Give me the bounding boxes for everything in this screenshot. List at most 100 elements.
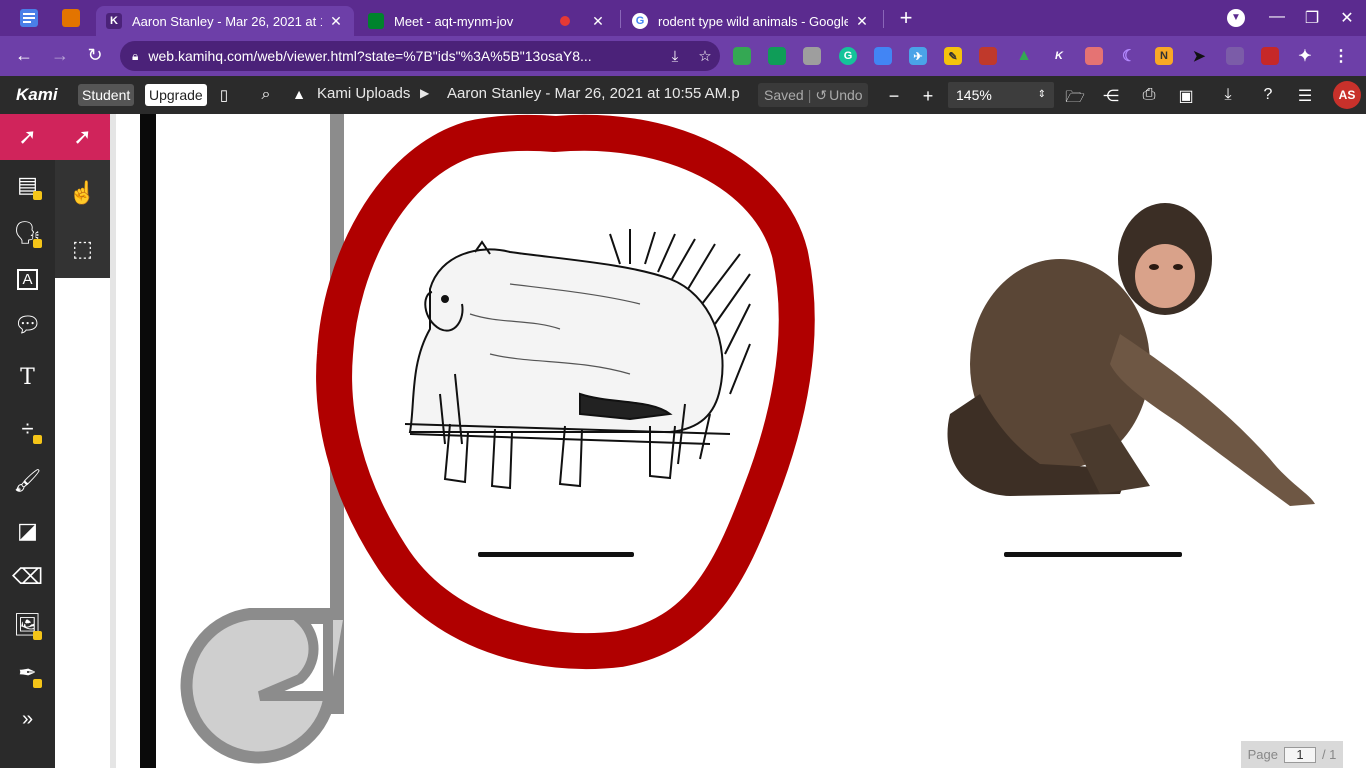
kami-header: Kami Student Upgrade ▯ ⌕ ▲ Kami Uploads … (0, 76, 1366, 114)
print-icon[interactable]: ⎙ (1138, 86, 1160, 104)
select-pointer-tool[interactable]: ➚ (55, 114, 110, 160)
close-window-button[interactable]: ✕ (1335, 8, 1359, 28)
chrome-menu-icon[interactable]: ⋮ (1332, 47, 1350, 65)
breadcrumb-caret-icon: ▶ (420, 86, 430, 100)
breadcrumb-folder[interactable]: Kami Uploads (317, 85, 410, 102)
shapes-icon: ◪ (17, 518, 38, 543)
area-select-tool[interactable]: ⬚ (55, 226, 110, 272)
kami-extension-icon[interactable]: K (1050, 47, 1068, 65)
tab-meet[interactable]: Meet - aqt-mynm-jov ✕ (358, 6, 616, 36)
grammarly-extension-icon[interactable]: G (839, 47, 857, 65)
google-favicon-icon: G (632, 13, 648, 29)
lock-icon: 🔒︎ (132, 48, 139, 63)
saved-label: Saved (764, 87, 804, 103)
n-extension-icon[interactable]: N (1155, 47, 1173, 65)
double-chevron-right-icon: » (21, 707, 34, 730)
classroom-icon (62, 9, 80, 27)
shapes-tool[interactable]: ◪ (0, 508, 55, 554)
dictionary-tool[interactable]: ▤ (0, 162, 55, 208)
capybara-drawing (404, 229, 751, 490)
stop-extension-icon[interactable] (1261, 47, 1279, 65)
pan-hand-tool[interactable]: ☝ (55, 170, 110, 216)
drive-icon[interactable]: ▲ (1015, 47, 1033, 65)
close-tab-icon[interactable]: ✕ (328, 13, 344, 30)
avatar[interactable]: AS (1333, 81, 1361, 109)
close-tab-icon[interactable]: ✕ (854, 13, 870, 30)
extensions-puzzle-icon[interactable]: ✦ (1296, 47, 1314, 65)
undo-button[interactable]: Undo (829, 87, 862, 103)
calendar-extension-icon[interactable] (874, 47, 892, 65)
zoom-out-icon[interactable]: − (883, 86, 905, 107)
video-extension-icon[interactable] (1085, 47, 1103, 65)
select-subtools: ➚ ☝ ⬚ (55, 114, 110, 278)
eraser-tool[interactable]: ⌫ (0, 554, 55, 600)
recording-icon (560, 16, 570, 26)
page-indicator: Page 1 / 1 (1241, 741, 1343, 768)
reload-icon[interactable]: ↻ (83, 45, 107, 66)
install-icon[interactable]: ⤓ (660, 48, 690, 65)
page-number-input[interactable]: 1 (1283, 746, 1316, 763)
drive-folder-icon: ▲ (292, 86, 306, 102)
tab-kami-document[interactable]: K Aaron Stanley - Mar 26, 2021 at 1 ✕ (96, 6, 354, 36)
select-tool[interactable]: ➚ (0, 114, 55, 160)
sidebar-toggle-icon[interactable]: ▯ (213, 86, 235, 104)
send-extension-icon[interactable]: ✈ (909, 47, 927, 65)
image-tool[interactable]: 🖼︎ (0, 602, 55, 648)
pinned-tab-docs[interactable] (14, 6, 44, 30)
cursor-arrow-icon: ➚ (18, 124, 37, 149)
equation-tool[interactable]: ÷ (0, 406, 55, 452)
moon-extension-icon[interactable]: ☾ (1120, 47, 1138, 65)
undo-icon[interactable]: ↺ (815, 87, 827, 104)
document-viewer[interactable] (110, 114, 1366, 768)
browser-toolbar: ← → ↻ 🔒︎ web.kamihq.com/web/viewer.html?… (0, 36, 1366, 76)
kami-favicon-icon: K (106, 13, 122, 29)
updown-icon: ⇕ (1037, 89, 1046, 100)
close-tab-icon[interactable]: ✕ (590, 13, 606, 30)
markup-tool[interactable]: A (0, 256, 55, 302)
browser-tab-strip: K Aaron Stanley - Mar 26, 2021 at 1 ✕ Me… (0, 0, 1366, 36)
restore-button[interactable]: ❐ (1300, 8, 1324, 28)
address-bar[interactable]: 🔒︎ web.kamihq.com/web/viewer.html?state=… (120, 41, 720, 71)
lock-badge-icon (33, 191, 42, 200)
drive-extension-icon[interactable] (733, 47, 751, 65)
zoom-in-icon[interactable]: + (917, 86, 939, 107)
new-tab-button[interactable]: + (894, 5, 918, 31)
bookmark-star-icon[interactable]: ☆ (690, 47, 720, 65)
lock-badge-icon (33, 435, 42, 444)
screenshot-extension-icon[interactable] (803, 47, 821, 65)
read-aloud-tool[interactable]: 🗣︎ (0, 210, 55, 256)
search-icon[interactable]: ⌕ (255, 86, 277, 104)
comment-tool[interactable]: 💬︎ (0, 302, 55, 348)
expand-tools-button[interactable]: » (0, 696, 55, 742)
pinned-tab-classroom[interactable] (56, 6, 86, 30)
tab-title: Aaron Stanley - Mar 26, 2021 at 1 (132, 13, 322, 29)
zoom-select[interactable]: 145% ⇕ (948, 82, 1054, 108)
back-icon[interactable]: ← (12, 45, 36, 66)
page-label: Page (1247, 747, 1278, 762)
classroom-extension-icon[interactable] (768, 47, 786, 65)
screencast-extension-icon[interactable] (1226, 47, 1244, 65)
open-folder-icon[interactable]: 🗁︎ (1064, 86, 1086, 113)
share-icon[interactable]: ⋲ (1100, 86, 1122, 106)
download-icon[interactable]: ⤓ (1217, 86, 1239, 104)
comment-icon: 💬︎ (13, 312, 42, 337)
marquee-select-icon: ⬚ (72, 236, 93, 261)
text-box-tool[interactable]: T (0, 354, 55, 400)
menu-icon[interactable]: ☰ (1294, 86, 1316, 106)
minimize-button[interactable]: — (1265, 8, 1289, 26)
drawing-tool[interactable]: 🖌︎ (0, 458, 55, 504)
forward-icon[interactable]: → (48, 45, 72, 66)
cursor-extension-icon[interactable]: ➤ (1190, 47, 1208, 65)
help-icon[interactable]: ? (1257, 86, 1279, 104)
save-status: Saved | ↺ Undo (758, 83, 868, 107)
highlight-text-icon: A (17, 268, 38, 290)
upgrade-button[interactable]: Upgrade (145, 84, 207, 106)
signature-tool[interactable]: ✒ (0, 650, 55, 696)
tab-google-search[interactable]: G rodent type wild animals - Google ✕ (622, 6, 880, 36)
save-icon[interactable]: ▣ (1175, 86, 1197, 106)
pencil-extension-icon[interactable]: ✎ (944, 47, 962, 65)
document-title[interactable]: Aaron Stanley - Mar 26, 2021 at 10:55 AM… (447, 85, 740, 102)
cursor-arrow-icon: ➚ (73, 124, 92, 149)
tab-search-icon[interactable]: ▼ (1227, 9, 1245, 27)
book-extension-icon[interactable] (979, 47, 997, 65)
